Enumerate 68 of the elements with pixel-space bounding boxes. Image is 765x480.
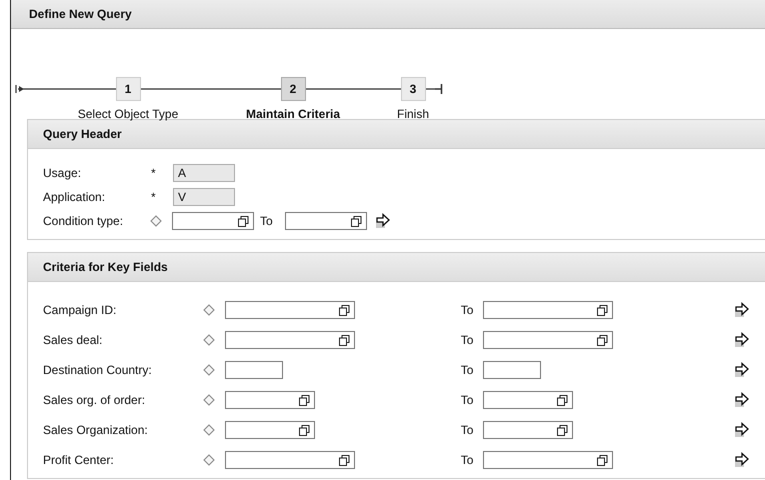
- diamond-icon[interactable]: [150, 215, 162, 227]
- step-label: Select Object Type: [78, 107, 178, 121]
- value-help-icon[interactable]: [299, 394, 310, 406]
- to-label: To: [460, 393, 474, 407]
- value-help-icon[interactable]: [339, 454, 350, 466]
- diamond-icon[interactable]: [203, 364, 216, 376]
- value-help-icon[interactable]: [299, 424, 310, 436]
- field-label: Usage:: [43, 166, 82, 180]
- input-field[interactable]: [482, 421, 572, 439]
- input-field[interactable]: [225, 361, 284, 379]
- input-field[interactable]: [225, 421, 316, 439]
- diamond-icon[interactable]: [203, 304, 216, 316]
- to-label: To: [460, 303, 474, 317]
- arrow-right-icon[interactable]: [734, 362, 750, 378]
- input-field[interactable]: [284, 212, 367, 230]
- section-title: Criteria for Key Fields: [43, 260, 168, 274]
- arrow-right-icon[interactable]: [374, 213, 391, 229]
- value-help-icon[interactable]: [596, 304, 608, 316]
- value-help-icon[interactable]: [596, 454, 608, 466]
- diamond-icon[interactable]: [203, 334, 216, 346]
- field-label: Sales deal:: [43, 333, 104, 347]
- input-field[interactable]: [482, 451, 612, 469]
- roadmap-end-icon: [435, 83, 443, 95]
- diamond-icon[interactable]: [203, 394, 216, 406]
- step-button[interactable]: 3: [400, 77, 426, 101]
- input-field[interactable]: [225, 331, 356, 349]
- value-help-icon[interactable]: [556, 394, 568, 406]
- required-mark: *: [151, 166, 157, 180]
- to-label: To: [460, 423, 474, 437]
- input-field[interactable]: [225, 451, 356, 469]
- section-title: Query Header: [43, 127, 122, 141]
- value-help-icon[interactable]: [596, 334, 608, 346]
- value-help-icon[interactable]: [350, 216, 362, 226]
- arrow-right-icon[interactable]: [734, 452, 750, 468]
- field-label: Condition type:: [43, 214, 124, 228]
- arrow-right-icon[interactable]: [734, 392, 750, 408]
- diamond-icon[interactable]: [203, 424, 216, 436]
- step-label: Finish: [397, 107, 430, 121]
- field-label: Campaign ID:: [43, 303, 118, 317]
- to-label: To: [260, 214, 273, 228]
- window-title: Define New Query: [29, 7, 132, 21]
- input-field[interactable]: [225, 301, 356, 319]
- input-field[interactable]: [225, 391, 316, 409]
- field-label: Sales org. of order:: [43, 393, 146, 407]
- input-field[interactable]: [482, 301, 612, 319]
- step-label: Maintain Criteria: [246, 107, 340, 121]
- arrow-right-icon[interactable]: [734, 302, 750, 318]
- field-label: Destination Country:: [43, 363, 153, 377]
- input-field[interactable]: [172, 212, 254, 230]
- field-label: Sales Organization:: [43, 423, 149, 437]
- step-button[interactable]: 1: [116, 77, 140, 101]
- value-help-icon[interactable]: [339, 334, 350, 346]
- value-help-icon[interactable]: [556, 424, 568, 436]
- input-field[interactable]: [482, 361, 540, 379]
- field-label: Application:: [43, 190, 106, 204]
- step-button[interactable]: 2: [280, 77, 306, 101]
- value-help-icon[interactable]: [238, 216, 249, 226]
- arrow-right-icon[interactable]: [734, 332, 750, 348]
- field-label: Profit Center:: [43, 453, 115, 467]
- diamond-icon[interactable]: [203, 454, 216, 466]
- value-help-icon[interactable]: [339, 304, 350, 316]
- to-label: To: [460, 453, 474, 467]
- to-label: To: [460, 363, 474, 377]
- input-field[interactable]: [482, 391, 572, 409]
- required-mark: *: [151, 190, 157, 204]
- arrow-right-icon[interactable]: [734, 422, 750, 438]
- to-label: To: [460, 333, 474, 347]
- input-field[interactable]: [482, 331, 612, 349]
